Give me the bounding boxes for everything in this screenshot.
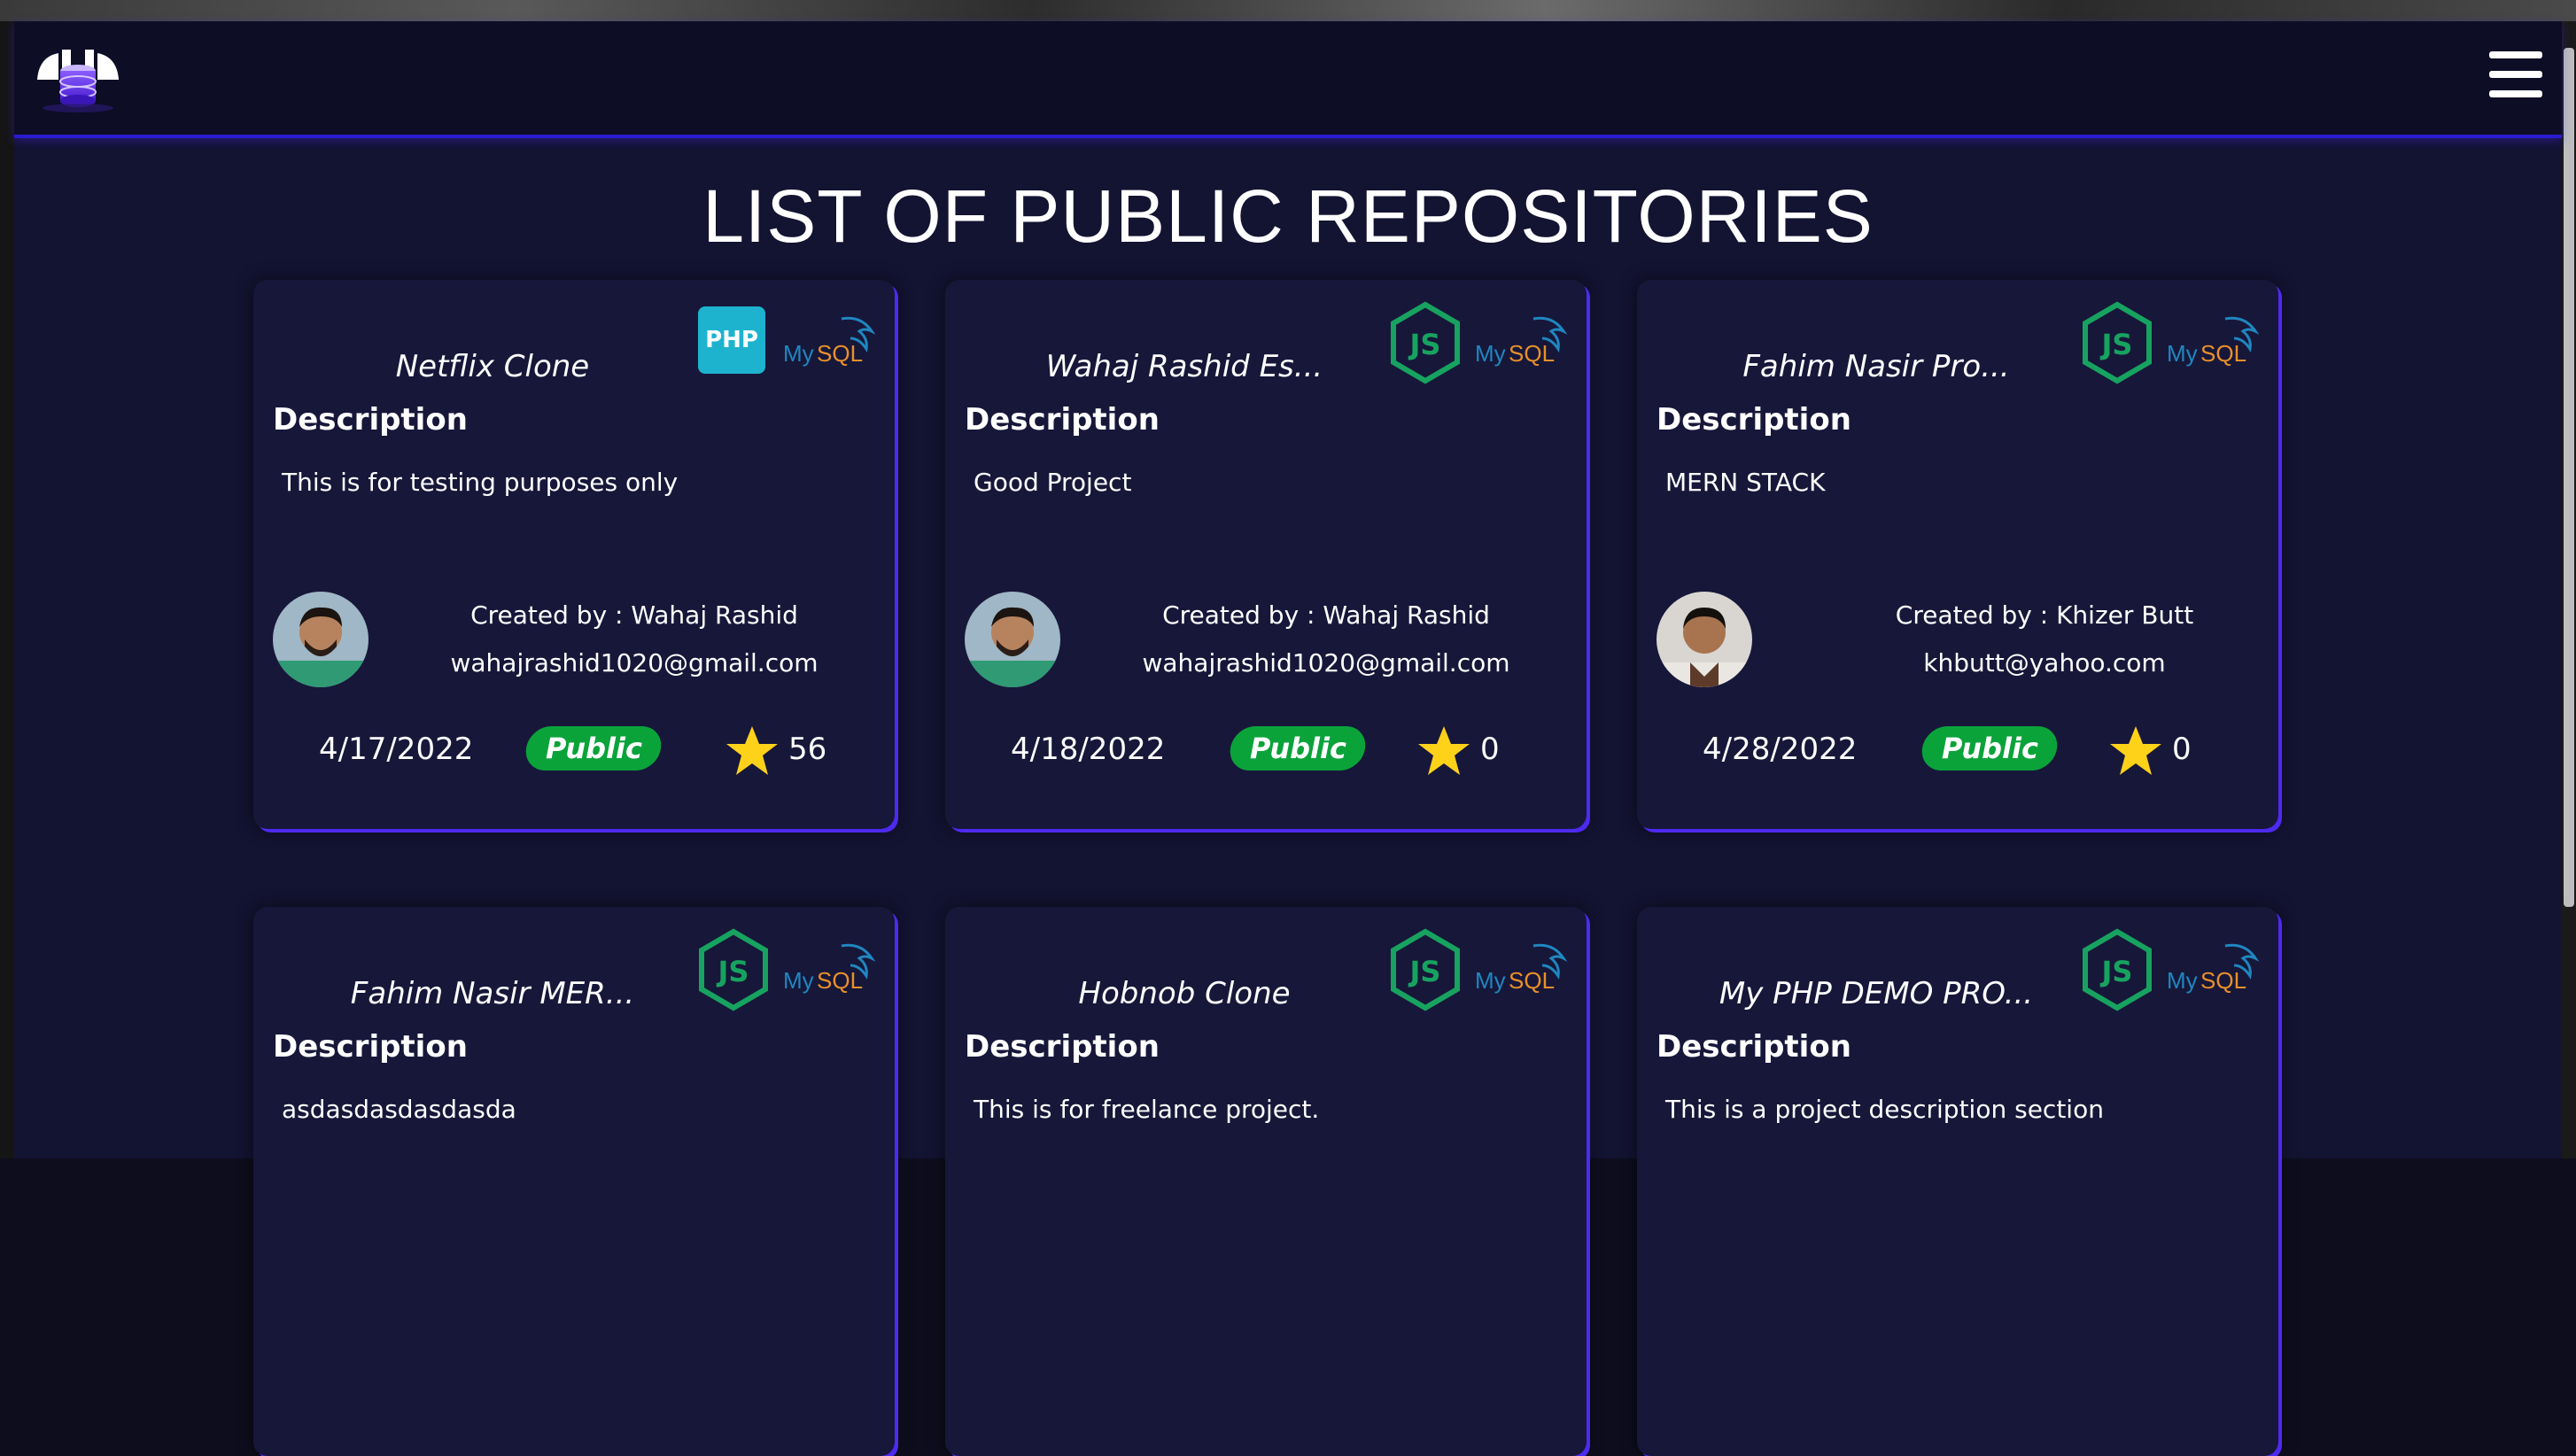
svg-text:SQL: SQL bbox=[817, 340, 863, 367]
description-text: asdasdasdasdasda bbox=[282, 1095, 516, 1124]
description-label: Description bbox=[1657, 1029, 1851, 1065]
svg-text:SQL: SQL bbox=[2200, 967, 2246, 994]
scrollbar-thumb[interactable] bbox=[2564, 48, 2574, 907]
description-label: Description bbox=[965, 402, 1160, 438]
svg-text:JS: JS bbox=[2100, 955, 2133, 988]
svg-text:JS: JS bbox=[1408, 955, 1441, 988]
page-title: LIST OF PUBLIC REPOSITORIES bbox=[702, 174, 1874, 258]
description-text: Good Project bbox=[974, 468, 1132, 497]
star-count: 0 bbox=[2172, 732, 2192, 767]
repo-card[interactable]: Fahim Nasir MER... JS My SQL Description… bbox=[253, 907, 895, 1456]
svg-text:My: My bbox=[783, 967, 814, 994]
nodejs-icon: JS bbox=[1391, 301, 1460, 384]
creator-info: Created by : Khizer Butt khbutt@yahoo.co… bbox=[1814, 592, 2275, 687]
browser-top-strip bbox=[0, 0, 2576, 21]
creator-name: Created by : Khizer Butt bbox=[1895, 600, 2194, 630]
repo-card[interactable]: Netflix Clone PHP My SQL Description Thi… bbox=[253, 280, 895, 829]
app-root: LIST OF PUBLIC REPOSITORIES Netflix Clon… bbox=[14, 21, 2562, 1456]
nodejs-icon: JS bbox=[699, 928, 768, 1011]
svg-text:SQL: SQL bbox=[817, 967, 863, 994]
left-edge bbox=[0, 21, 14, 1158]
star-icon[interactable] bbox=[1416, 724, 1471, 778]
avatar bbox=[273, 592, 369, 687]
repo-name[interactable]: Fahim Nasir Pro... bbox=[1637, 349, 2115, 384]
description-label: Description bbox=[273, 402, 468, 438]
visibility-badge: Public bbox=[1227, 726, 1369, 771]
mysql-icon: My SQL bbox=[2167, 943, 2260, 994]
hamburger-menu-icon[interactable] bbox=[2487, 48, 2544, 101]
mysql-icon: My SQL bbox=[1475, 943, 1568, 994]
creator-email: wahajrashid1020@gmail.com bbox=[450, 648, 819, 678]
repo-name[interactable]: Netflix Clone bbox=[253, 349, 732, 384]
svg-text:My: My bbox=[1475, 340, 1506, 367]
description-label: Description bbox=[273, 1029, 468, 1065]
scrollbar-track[interactable] bbox=[2562, 21, 2576, 1158]
svg-text:My: My bbox=[1475, 967, 1506, 994]
svg-text:SQL: SQL bbox=[1509, 340, 1555, 367]
repo-name[interactable]: Hobnob Clone bbox=[945, 976, 1424, 1011]
svg-text:SQL: SQL bbox=[2200, 340, 2246, 367]
php-icon: PHP bbox=[698, 306, 765, 374]
nodejs-icon: JS bbox=[2083, 301, 2152, 384]
visibility-label: Public bbox=[1941, 732, 2038, 765]
creator-name: Created by : Wahaj Rashid bbox=[470, 600, 798, 630]
description-label: Description bbox=[1657, 402, 1851, 438]
creator-info: Created by : Wahaj Rashid wahajrashid102… bbox=[1078, 592, 1574, 687]
description-label: Description bbox=[965, 1029, 1160, 1065]
mysql-icon: My SQL bbox=[2167, 316, 2260, 367]
repo-card[interactable]: Fahim Nasir Pro... JS My SQL Description… bbox=[1637, 280, 2278, 829]
nodejs-icon: JS bbox=[2083, 928, 2152, 1011]
created-date: 4/18/2022 bbox=[1011, 732, 1166, 767]
svg-text:JS: JS bbox=[2100, 328, 2133, 361]
repo-name[interactable]: Wahaj Rashid Es... bbox=[945, 349, 1424, 384]
star-icon[interactable] bbox=[2108, 724, 2163, 778]
creator-info: Created by : Wahaj Rashid wahajrashid102… bbox=[386, 592, 882, 687]
svg-text:JS: JS bbox=[717, 955, 749, 988]
repo-name[interactable]: My PHP DEMO PRO... bbox=[1637, 976, 2115, 1011]
creator-name: Created by : Wahaj Rashid bbox=[1162, 600, 1490, 630]
mysql-icon: My SQL bbox=[783, 316, 876, 367]
repo-card[interactable]: My PHP DEMO PRO... JS My SQL Description… bbox=[1637, 907, 2278, 1456]
navbar bbox=[14, 21, 2562, 138]
svg-text:JS: JS bbox=[1408, 328, 1441, 361]
mysql-icon: My SQL bbox=[1475, 316, 1568, 367]
repo-name[interactable]: Fahim Nasir MER... bbox=[253, 976, 732, 1011]
svg-text:My: My bbox=[2167, 967, 2198, 994]
svg-text:SQL: SQL bbox=[1509, 967, 1555, 994]
avatar bbox=[965, 592, 1060, 687]
description-text: MERN STACK bbox=[1665, 468, 1826, 497]
repo-card[interactable]: Hobnob Clone JS My SQL Description This … bbox=[945, 907, 1587, 1456]
star-count: 0 bbox=[1480, 732, 1500, 767]
visibility-label: Public bbox=[1249, 732, 1346, 765]
star-count: 56 bbox=[788, 732, 827, 767]
svg-text:My: My bbox=[2167, 340, 2198, 367]
visibility-label: Public bbox=[545, 732, 642, 765]
description-text: This is a project description section bbox=[1665, 1095, 2104, 1124]
description-text: This is for testing purposes only bbox=[282, 468, 679, 497]
description-text: This is for freelance project. bbox=[974, 1095, 1320, 1124]
creator-email: khbutt@yahoo.com bbox=[1923, 648, 2166, 678]
creator-email: wahajrashid1020@gmail.com bbox=[1142, 648, 1510, 678]
created-date: 4/28/2022 bbox=[1703, 732, 1858, 767]
mysql-icon: My SQL bbox=[783, 943, 876, 994]
visibility-badge: Public bbox=[523, 726, 664, 771]
visibility-badge: Public bbox=[1919, 726, 2060, 771]
svg-text:My: My bbox=[783, 340, 814, 367]
repo-card[interactable]: Wahaj Rashid Es... JS My SQL Description… bbox=[945, 280, 1587, 829]
avatar bbox=[1657, 592, 1752, 687]
created-date: 4/17/2022 bbox=[319, 732, 474, 767]
star-icon[interactable] bbox=[725, 724, 780, 778]
nodejs-icon: JS bbox=[1391, 928, 1460, 1011]
database-logo-icon[interactable] bbox=[32, 41, 124, 117]
